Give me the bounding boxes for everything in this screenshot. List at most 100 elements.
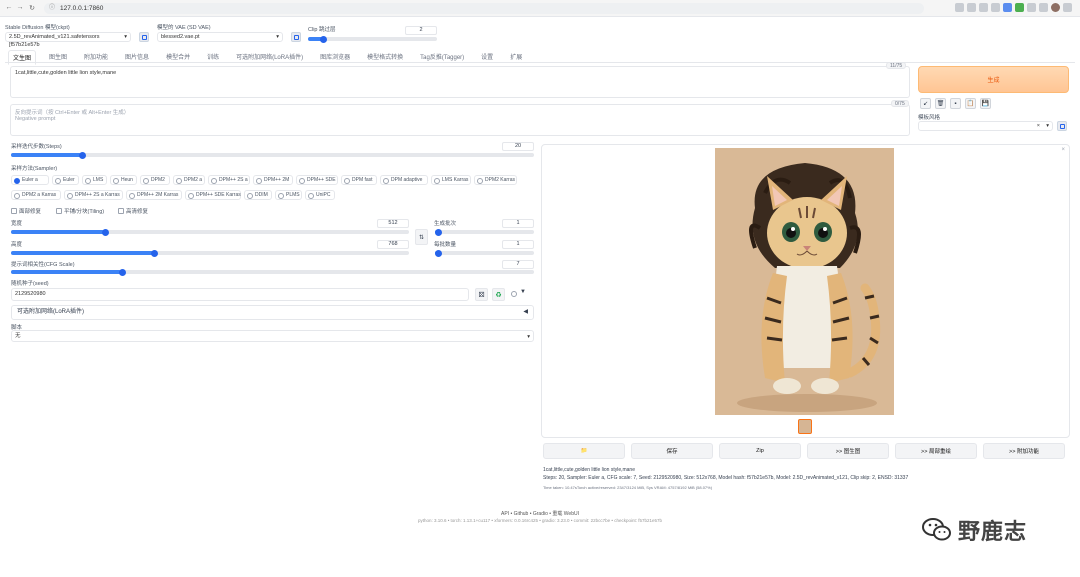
open-folder-button[interactable]: 📁: [543, 443, 625, 459]
restore-faces-checkbox[interactable]: 面部修复: [11, 207, 41, 215]
sampler-option[interactable]: DPM2 a: [173, 175, 205, 185]
zoom-icon[interactable]: [967, 3, 976, 12]
footer-links[interactable]: API • Github • Gradio • 重载 WebUI: [0, 510, 1080, 517]
extension-icon[interactable]: [1003, 3, 1012, 12]
prompt-textarea[interactable]: 1cat,little,cute,golden little lion styl…: [10, 66, 910, 98]
close-icon[interactable]: ×: [1061, 147, 1065, 153]
steps-input[interactable]: 20: [502, 142, 534, 151]
sampler-option[interactable]: Euler a: [11, 175, 49, 185]
seed-input[interactable]: 2129520980: [11, 288, 469, 301]
vae-select[interactable]: blessed2.vae.pt ▾: [157, 32, 283, 42]
gallery-thumbnail[interactable]: [798, 419, 812, 434]
sampler-option[interactable]: DPM adaptive: [380, 175, 428, 185]
sampler-option[interactable]: DPM fast: [341, 175, 377, 185]
address-bar[interactable]: ⓘ 127.0.0.1:7860: [44, 3, 924, 14]
height-input[interactable]: 768: [377, 240, 409, 249]
clipboard-icon[interactable]: 📋: [965, 98, 976, 109]
reuse-seed-button[interactable]: ♻: [492, 288, 505, 301]
batch-count-slider[interactable]: [435, 228, 534, 236]
sampler-option[interactable]: DPM++ 2M Karras: [126, 190, 182, 200]
sampler-option[interactable]: DDIM: [244, 190, 272, 200]
steps-slider[interactable]: [11, 151, 534, 159]
sampler-option[interactable]: DPM++ SDE Karras: [185, 190, 241, 200]
slider-knob[interactable]: [320, 35, 327, 43]
profile-avatar[interactable]: [1051, 3, 1060, 12]
expand-triangle-icon[interactable]: ▼: [520, 289, 526, 295]
slider-knob[interactable]: [151, 249, 158, 257]
generated-image[interactable]: [715, 148, 894, 415]
zip-button[interactable]: Zip: [719, 443, 801, 459]
send-to-inpaint-button[interactable]: >> 局部重绘: [895, 443, 977, 459]
slider-knob[interactable]: [79, 151, 86, 159]
generate-button[interactable]: 生成: [918, 66, 1069, 93]
script-select-value: 无: [15, 333, 21, 339]
batch-size-slider[interactable]: [435, 249, 534, 257]
sidebar-icon[interactable]: [1039, 3, 1048, 12]
sampler-option[interactable]: DPM++ SDE: [296, 175, 338, 185]
script-select[interactable]: 无 ▾: [11, 330, 534, 342]
puzzle-icon[interactable]: [1027, 3, 1036, 12]
random-seed-button[interactable]: ⚄: [475, 288, 488, 301]
arrow-icon[interactable]: ↙: [920, 98, 931, 109]
cfg-slider[interactable]: [11, 268, 534, 276]
save-button[interactable]: 保存: [631, 443, 713, 459]
height-slider[interactable]: [11, 249, 409, 257]
trash-icon[interactable]: 🗑: [935, 98, 946, 109]
batch-size-input[interactable]: 1: [502, 240, 534, 249]
slider-knob[interactable]: [119, 268, 126, 276]
info-icon[interactable]: ⓘ: [49, 3, 55, 14]
sampler-option[interactable]: UniPC: [305, 190, 335, 200]
batch-count-input[interactable]: 1: [502, 219, 534, 228]
lora-accordion[interactable]: 可选附加网络(LoRA插件) ◀: [11, 305, 534, 320]
style-select[interactable]: × ▾: [918, 121, 1053, 131]
recycle-icon: ♻: [495, 291, 502, 299]
sampler-option[interactable]: DPM++ 2S a: [208, 175, 250, 185]
slider-knob[interactable]: [102, 228, 109, 236]
width-slider[interactable]: [11, 228, 409, 236]
sampler-option[interactable]: PLMS: [275, 190, 302, 200]
width-input[interactable]: 512: [377, 219, 409, 228]
clip-skip-slider[interactable]: [308, 35, 437, 43]
sampler-option[interactable]: DPM2 Karras: [474, 175, 517, 185]
sampler-option[interactable]: LMS Karras: [431, 175, 471, 185]
sampler-option[interactable]: DPM2: [140, 175, 170, 185]
translate-icon[interactable]: [955, 3, 964, 12]
send-to-extras-button[interactable]: >> 附加功能: [983, 443, 1065, 459]
share-icon[interactable]: [979, 3, 988, 12]
sampler-option[interactable]: LMS: [82, 175, 107, 185]
bookmark-star-icon[interactable]: [991, 3, 1000, 12]
model-select[interactable]: 2.5D_revAnimated_v121.safetensors [f57b2…: [5, 32, 131, 48]
card-icon[interactable]: ▪: [950, 98, 961, 109]
clear-icon[interactable]: ×: [1037, 122, 1040, 130]
back-icon[interactable]: ←: [4, 4, 14, 11]
save-style-icon[interactable]: 💾: [980, 98, 991, 109]
extra-seed-checkbox[interactable]: [511, 291, 517, 297]
height-label: 高度: [11, 242, 23, 248]
sampler-option[interactable]: DPM++ 2S a Karras: [64, 190, 123, 200]
apply-style-button[interactable]: [1057, 121, 1067, 131]
slider-knob[interactable]: [435, 249, 442, 257]
menu-icon[interactable]: [1063, 3, 1072, 12]
forward-icon[interactable]: →: [15, 4, 25, 11]
slider-knob[interactable]: [435, 228, 442, 236]
swap-dimensions-button[interactable]: ⇅: [415, 229, 428, 245]
sampler-option[interactable]: Heun: [110, 175, 137, 185]
negative-prompt-textarea[interactable]: 反向提示词（按 Ctrl+Enter 或 Alt+Enter 生成） Negat…: [10, 104, 910, 136]
sampler-option[interactable]: DPM2 a Karras: [11, 190, 61, 200]
sampler-option[interactable]: DPM++ 2M: [253, 175, 293, 185]
chevron-down-icon: ▾: [124, 34, 127, 40]
refresh-vae-button[interactable]: [291, 32, 301, 42]
reload-icon[interactable]: ↻: [27, 4, 37, 12]
hires-fix-checkbox[interactable]: 高清修复: [118, 207, 148, 215]
tiling-checkbox[interactable]: 平铺/分块(Tiling): [56, 207, 104, 215]
slider-fill: [11, 230, 104, 234]
chevron-down-icon: ▾: [527, 334, 530, 340]
send-to-img2img-button[interactable]: >> 图生图: [807, 443, 889, 459]
clip-skip-input[interactable]: 2: [405, 26, 437, 35]
refresh-models-button[interactable]: [139, 32, 149, 42]
cfg-input[interactable]: 7: [502, 260, 534, 269]
style-label: 模板风格: [918, 115, 941, 121]
sampler-option[interactable]: Euler: [52, 175, 79, 185]
negative-token-counter: 0/75: [891, 100, 909, 107]
extension-icon[interactable]: [1015, 3, 1024, 12]
